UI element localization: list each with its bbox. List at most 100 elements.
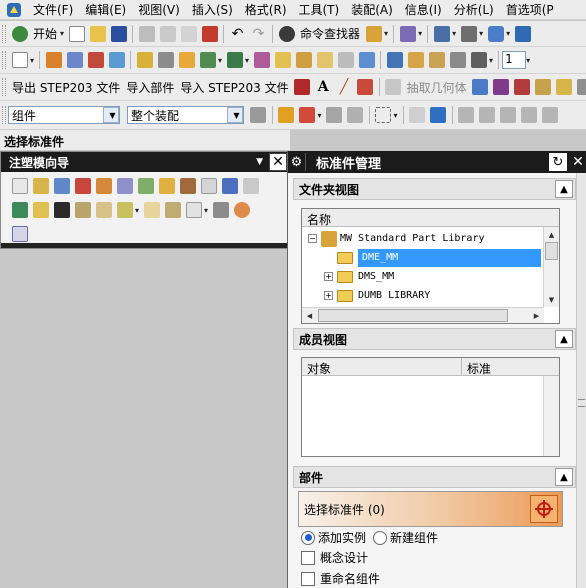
- snap-quadrant-icon[interactable]: [542, 107, 559, 123]
- render-style-icon[interactable]: [460, 25, 477, 42]
- cavity-icon[interactable]: [535, 79, 552, 95]
- chevron-down-icon[interactable]: ▾: [384, 29, 388, 38]
- rename-component-checkbox[interactable]: 重命名组件: [301, 570, 380, 587]
- boss-icon[interactable]: [108, 52, 125, 68]
- menu-insert[interactable]: 插入(S): [186, 1, 239, 18]
- checkbox[interactable]: [301, 550, 315, 565]
- family-mold-icon[interactable]: [116, 178, 133, 194]
- chevron-down-icon[interactable]: ▾: [245, 56, 249, 65]
- export-step203-button[interactable]: 导出 STEP203 文件: [12, 79, 120, 96]
- core-icon[interactable]: [556, 79, 573, 95]
- snap-point-icon[interactable]: [357, 79, 374, 95]
- bill-of-material-icon[interactable]: [164, 202, 181, 218]
- menu-file[interactable]: 文件(F): [27, 1, 79, 18]
- menu-analysis[interactable]: 分析(L): [448, 1, 500, 18]
- folder-view-section-header[interactable]: 文件夹视图 ▲: [293, 178, 576, 200]
- chevron-down-icon[interactable]: ▾: [318, 111, 322, 120]
- subtract-icon[interactable]: [295, 52, 312, 68]
- scroll-right-icon[interactable]: ▶: [529, 308, 544, 323]
- cube-icon[interactable]: [430, 107, 447, 123]
- sew-icon[interactable]: [449, 52, 466, 68]
- snap-center-icon[interactable]: [500, 107, 517, 123]
- new-component-radio[interactable]: 新建组件: [373, 529, 438, 546]
- new-file-icon[interactable]: [68, 25, 85, 42]
- close-icon[interactable]: ✕: [570, 153, 586, 171]
- snap-endpoint-icon[interactable]: [458, 107, 475, 123]
- chevron-down-icon[interactable]: ▾: [60, 29, 64, 38]
- import-part-button[interactable]: 导入部件: [126, 79, 174, 96]
- chamfer-icon[interactable]: [178, 52, 195, 68]
- extract-geometry-icon[interactable]: [385, 79, 402, 95]
- select-standard-part-row[interactable]: 选择标准件 (0): [298, 491, 563, 527]
- tree-column-header[interactable]: 名称: [302, 209, 559, 227]
- chevron-up-icon[interactable]: ▲: [555, 180, 573, 198]
- panel-scrollbar[interactable]: [576, 173, 586, 588]
- box-select-icon[interactable]: [375, 107, 392, 123]
- crosshair-icon[interactable]: [530, 495, 558, 523]
- tree-vertical-scrollbar[interactable]: ▲ ▼: [543, 227, 559, 307]
- blend-icon[interactable]: [157, 52, 174, 68]
- menu-view[interactable]: 视图(V): [132, 1, 186, 18]
- datum-axis-icon[interactable]: [226, 52, 243, 68]
- chevron-down-icon[interactable]: ▾: [418, 29, 422, 38]
- moldbase-icon[interactable]: [179, 178, 196, 194]
- blank-sheet-icon[interactable]: [11, 52, 28, 68]
- menu-info[interactable]: 信息(I): [399, 1, 448, 18]
- subinsert-icon[interactable]: [11, 202, 28, 218]
- save-icon[interactable]: [110, 25, 127, 42]
- chevron-down-icon[interactable]: ▾: [204, 206, 208, 215]
- tree-row-dme-mm[interactable]: DME_MM: [337, 248, 541, 267]
- add-instance-radio[interactable]: 添加实例: [301, 529, 366, 546]
- start-button[interactable]: 开始: [33, 25, 57, 42]
- reset-icon[interactable]: ↻: [549, 153, 567, 171]
- gear-icon[interactable]: ⚙: [288, 153, 306, 171]
- copy-icon[interactable]: [159, 25, 176, 42]
- menu-tools[interactable]: 工具(T): [293, 1, 346, 18]
- slider-icon[interactable]: [242, 178, 259, 194]
- intersect-icon[interactable]: [316, 52, 333, 68]
- panel-menu-icon[interactable]: ▼: [256, 157, 263, 167]
- shrinkage-icon[interactable]: [53, 178, 70, 194]
- offset-face-icon[interactable]: [358, 52, 375, 68]
- assembly-icon[interactable]: [577, 79, 586, 95]
- toolbar-grip[interactable]: [2, 24, 6, 43]
- layout-grid-icon[interactable]: [433, 25, 450, 42]
- chevron-down-icon[interactable]: ▾: [479, 29, 483, 38]
- tree-row-dms-mm[interactable]: + DMS_MM: [324, 267, 394, 286]
- sweep-icon[interactable]: [136, 52, 153, 68]
- member-table-scrollbar[interactable]: [543, 376, 559, 456]
- cavity-layout-icon[interactable]: [95, 178, 112, 194]
- open-folder-icon[interactable]: [89, 25, 106, 42]
- pattern-icon[interactable]: [253, 52, 270, 68]
- member-view-section-header[interactable]: 成员视图 ▲: [293, 328, 576, 350]
- extrude-icon[interactable]: [45, 52, 62, 68]
- snap-tangent-icon[interactable]: [521, 107, 538, 123]
- shaded-cube-icon[interactable]: [487, 25, 504, 42]
- tree-horizontal-scrollbar[interactable]: ◀ ▶: [302, 307, 544, 323]
- ejector-pin-icon[interactable]: [221, 178, 238, 194]
- unite-icon[interactable]: [274, 52, 291, 68]
- chevron-down-icon[interactable]: ▾: [30, 56, 34, 65]
- scope-select[interactable]: 整个装配 ▼: [127, 106, 244, 124]
- show-hide-icon[interactable]: [409, 107, 426, 123]
- trim-mold-icon[interactable]: [116, 202, 133, 218]
- toolbar-grip[interactable]: [2, 51, 6, 69]
- radio-checked[interactable]: [301, 530, 315, 545]
- mold-csys-icon[interactable]: [32, 178, 49, 194]
- snap-icon[interactable]: [278, 107, 294, 123]
- replace-face-icon[interactable]: [470, 52, 487, 68]
- import-step203-button[interactable]: 导入 STEP203 文件: [180, 79, 288, 96]
- gate-icon[interactable]: [32, 202, 49, 218]
- scroll-down-icon[interactable]: ▼: [544, 292, 559, 307]
- chevron-down-icon[interactable]: ▾: [489, 56, 493, 65]
- runner-icon[interactable]: [53, 202, 70, 218]
- wave-link-icon[interactable]: [472, 79, 489, 95]
- chevron-down-icon[interactable]: ▾: [506, 29, 510, 38]
- concept-design-checkbox[interactable]: 概念设计: [301, 549, 368, 566]
- view-manager-icon[interactable]: [212, 202, 229, 218]
- delete-file-icon[interactable]: [233, 202, 250, 218]
- component-filter-icon[interactable]: [250, 107, 266, 123]
- datum-plane-icon[interactable]: [199, 52, 216, 68]
- pocket-icon[interactable]: [143, 202, 160, 218]
- type-filter-select[interactable]: 组件 ▼: [8, 106, 120, 124]
